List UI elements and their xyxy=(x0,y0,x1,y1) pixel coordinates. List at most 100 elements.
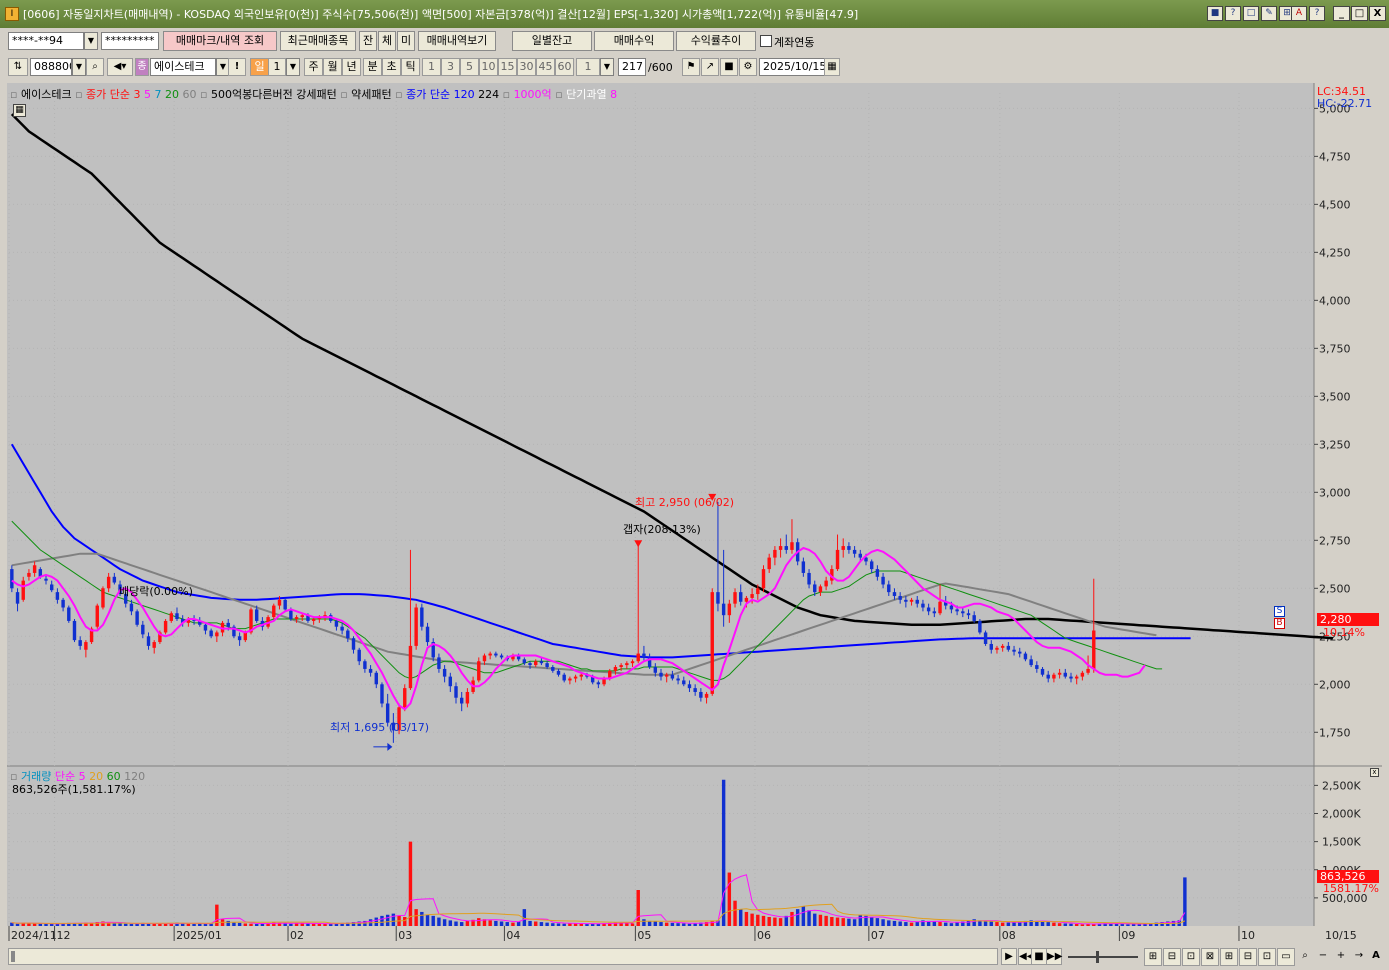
period-minute-button[interactable]: 분 xyxy=(363,58,382,76)
alert-icon[interactable]: ! xyxy=(228,58,246,76)
save-icon[interactable]: ■ xyxy=(720,58,738,76)
sound-icon[interactable]: ◀▾ xyxy=(107,58,133,76)
bar-count-input[interactable]: 217 xyxy=(618,58,646,76)
title-tool-1-icon[interactable]: ■ xyxy=(1207,6,1223,21)
interval-3-button[interactable]: 3 xyxy=(441,58,460,76)
period-week-button[interactable]: 주 xyxy=(304,58,323,76)
password-input[interactable]: ********* xyxy=(101,32,159,50)
stock-code-dropdown-icon[interactable]: ▼ xyxy=(72,58,86,76)
x-tick-label: 04 xyxy=(506,929,520,942)
legend-checkbox-icon[interactable]: ▫ xyxy=(340,88,347,101)
title-tool-3-icon[interactable]: □ xyxy=(1243,6,1259,21)
balance-button[interactable]: 잔 xyxy=(359,31,377,51)
legend-checkbox-icon[interactable]: ▫ xyxy=(503,88,510,101)
legend-checkbox-icon[interactable]: ▫ xyxy=(555,88,562,101)
period-day-button[interactable]: 일 xyxy=(250,58,269,76)
search-icon[interactable]: ⌕ xyxy=(86,58,104,76)
volume-bar xyxy=(408,841,413,926)
calendar-icon[interactable]: ▦ xyxy=(824,58,840,76)
period-year-button[interactable]: 년 xyxy=(342,58,361,76)
daily-balance-button[interactable]: 일별잔고 xyxy=(512,31,592,51)
speed-slider-thumb[interactable] xyxy=(1096,951,1099,963)
layout-8-icon[interactable]: ▭ xyxy=(1277,948,1295,966)
candle-body xyxy=(459,697,464,704)
volume-bar xyxy=(767,917,771,926)
legend-checkbox-icon[interactable]: ▫ xyxy=(75,88,82,101)
account-input[interactable]: ****-**94 xyxy=(8,32,84,50)
layout-6-icon[interactable]: ⊟ xyxy=(1239,948,1257,966)
maximize-button[interactable]: □ xyxy=(1351,6,1368,21)
volume-bar xyxy=(232,922,236,926)
trade-profit-button[interactable]: 매매수익 xyxy=(594,31,674,51)
period-count-dropdown-icon[interactable]: ▼ xyxy=(286,58,300,76)
title-tool-4-icon[interactable]: ✎ xyxy=(1261,6,1277,21)
horizontal-scrollbar[interactable] xyxy=(8,948,998,965)
period-second-button[interactable]: 초 xyxy=(382,58,401,76)
chart-area[interactable]: 5,000 4,750 4,500 4,250 4,000 3,750 3,500 3,250… xyxy=(7,83,1382,943)
layout-3-icon[interactable]: ⊡ xyxy=(1182,948,1200,966)
speed-slider[interactable] xyxy=(1068,951,1138,963)
legend-checkbox-icon[interactable]: ▫ xyxy=(395,88,402,101)
candle-body xyxy=(579,674,583,677)
scroll-prev-icon[interactable]: ▶ xyxy=(1001,948,1017,965)
candle-body xyxy=(539,661,544,664)
unfilled-button[interactable]: 미 xyxy=(397,31,415,51)
period-month-button[interactable]: 월 xyxy=(323,58,342,76)
stock-group-icon[interactable]: 종 xyxy=(135,58,149,76)
account-dropdown-icon[interactable]: ▼ xyxy=(84,32,98,50)
chart-type-icon[interactable]: ⇅ xyxy=(8,58,28,76)
interval-10-button[interactable]: 10 xyxy=(479,58,498,76)
interval-custom-field[interactable]: 1 xyxy=(576,58,600,76)
stock-code-input[interactable]: 088800 xyxy=(30,58,72,76)
grid-toggle-icon[interactable]: ▦ xyxy=(13,104,26,117)
title-tool-2-icon[interactable]: ? xyxy=(1225,6,1241,21)
account-link-checkbox[interactable] xyxy=(760,35,772,47)
volume-bar xyxy=(488,920,492,926)
executed-button[interactable]: 체 xyxy=(378,31,396,51)
candle-body xyxy=(21,580,25,600)
layout-5-icon[interactable]: ⊞ xyxy=(1220,948,1238,966)
layout-7-icon[interactable]: ⊡ xyxy=(1258,948,1276,966)
zoom-out-icon[interactable]: − xyxy=(1314,948,1332,966)
trend-tool-icon[interactable]: ↗ xyxy=(701,58,719,76)
text-a-icon[interactable]: A xyxy=(1367,948,1385,966)
close-button[interactable]: X xyxy=(1369,6,1386,21)
zoom-in-icon[interactable]: + xyxy=(1332,948,1350,966)
period-day-count[interactable]: 1 xyxy=(268,58,286,76)
recent-trades-button[interactable]: 최근매매종목 xyxy=(280,31,356,51)
period-tick-button[interactable]: 틱 xyxy=(401,58,420,76)
legend-checkbox-icon[interactable]: ▫ xyxy=(200,88,207,101)
interval-45-button[interactable]: 45 xyxy=(536,58,555,76)
stop-icon[interactable]: ■ xyxy=(1031,948,1047,965)
sell-marker[interactable]: S xyxy=(1274,606,1285,617)
date-input[interactable]: 2025/10/15 xyxy=(759,58,825,76)
legend-checkbox-icon[interactable]: ▫ xyxy=(10,88,17,101)
layout-1-icon[interactable]: ⊞ xyxy=(1144,948,1162,966)
minimize-button[interactable]: _ xyxy=(1333,6,1350,21)
volume-panel-close-icon[interactable]: x xyxy=(1370,768,1379,777)
interval-1-button[interactable]: 1 xyxy=(422,58,441,76)
layout-2-icon[interactable]: ⊟ xyxy=(1163,948,1181,966)
trade-history-button[interactable]: 매매내역보기 xyxy=(418,31,496,51)
price-tick-label: 3,250 xyxy=(1319,438,1351,451)
help-icon[interactable]: ? xyxy=(1309,6,1325,21)
scroll-forward-icon[interactable]: ▶▶ xyxy=(1046,948,1062,965)
interval-5-button[interactable]: 5 xyxy=(460,58,479,76)
zoom-icon[interactable]: ⌕ xyxy=(1296,948,1314,966)
buy-marker[interactable]: B xyxy=(1274,618,1285,629)
layout-4-icon[interactable]: ⊠ xyxy=(1201,948,1219,966)
mark-history-button[interactable]: 매매마크/내역 조회 xyxy=(163,31,277,51)
interval-60-button[interactable]: 60 xyxy=(555,58,574,76)
candle-body xyxy=(556,670,561,675)
settings-gear-icon[interactable]: ⚙ xyxy=(739,58,757,76)
interval-30-button[interactable]: 30 xyxy=(517,58,536,76)
interval-dropdown-icon[interactable]: ▼ xyxy=(600,58,614,76)
chart-svg[interactable]: 5,0004,7504,5004,2504,0003,7503,5003,250… xyxy=(7,83,1382,943)
font-size-icon[interactable]: A xyxy=(1291,6,1307,21)
return-trend-button[interactable]: 수익률추이 xyxy=(676,31,756,51)
arrow-right-icon[interactable]: → xyxy=(1350,948,1368,966)
interval-15-button[interactable]: 15 xyxy=(498,58,517,76)
candle-body xyxy=(841,546,845,550)
volume-bar xyxy=(887,920,891,926)
indicator-icon[interactable]: ⚑ xyxy=(682,58,700,76)
